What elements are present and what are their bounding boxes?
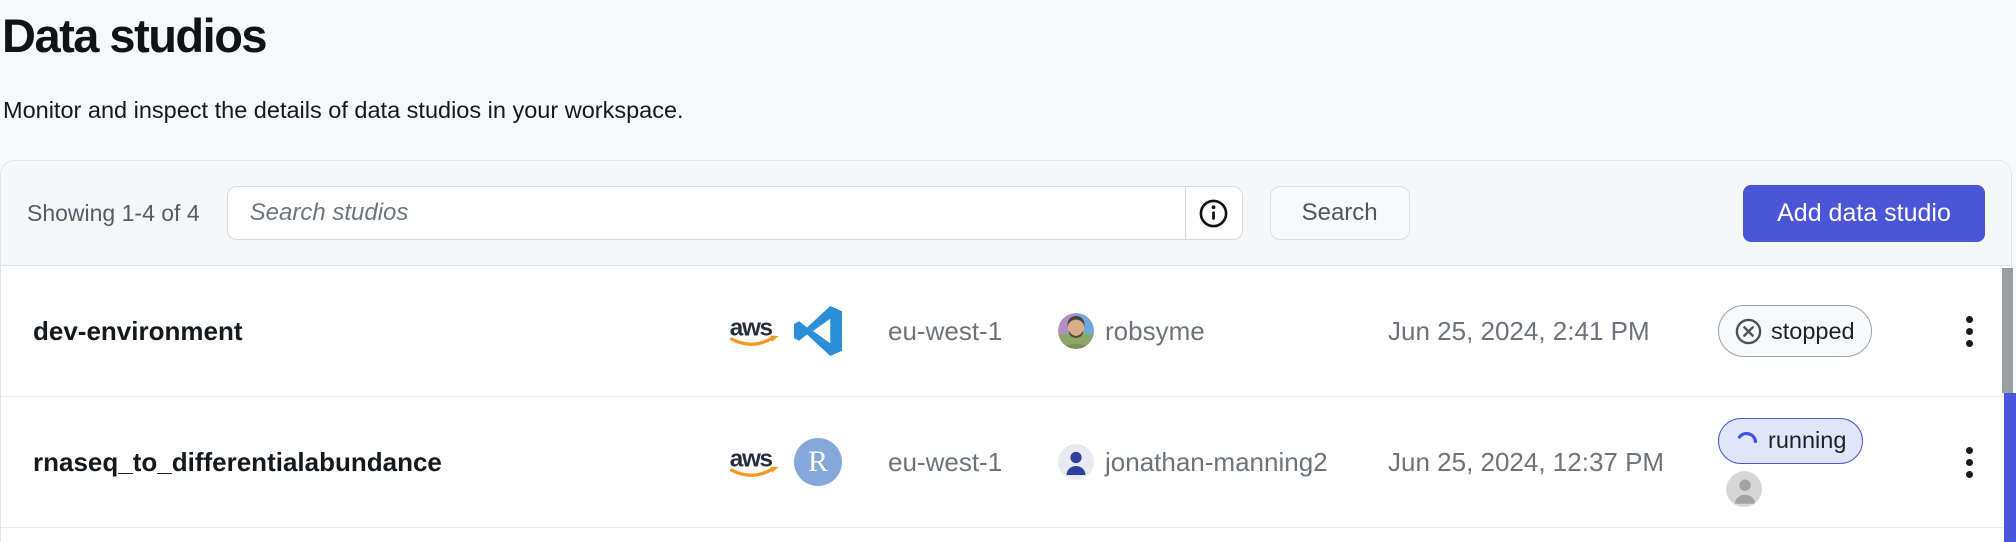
info-circle-icon <box>1198 198 1229 229</box>
aws-icon: aws <box>728 444 782 480</box>
page-subtitle: Monitor and inspect the details of data … <box>3 97 684 124</box>
search-input[interactable] <box>228 187 1185 239</box>
studio-icons-cell: aws <box>728 306 888 356</box>
status-badge: stopped <box>1718 305 1872 357</box>
row-menu-button[interactable] <box>1956 306 1983 357</box>
studios-toolbar: Showing 1-4 of 4 Search Add data studio <box>1 161 2011 266</box>
kebab-menu-icon <box>1966 316 1973 323</box>
user-cell: robsyme <box>1058 313 1388 349</box>
status-badge: running <box>1718 418 1863 464</box>
user-name: robsyme <box>1105 316 1205 347</box>
region-label: eu-west-1 <box>888 316 1058 347</box>
person-avatar <box>1058 444 1094 480</box>
stopped-circle-x-icon <box>1735 318 1762 345</box>
status-cell: running <box>1718 418 1928 507</box>
kebab-menu-icon <box>1966 447 1973 454</box>
user-name: jonathan-manning2 <box>1105 447 1328 478</box>
created-date: Jun 25, 2024, 2:41 PM <box>1388 316 1718 347</box>
search-button[interactable]: Search <box>1270 186 1410 240</box>
running-spinner-icon <box>1735 429 1759 453</box>
studio-icons-cell: aws R <box>728 438 888 486</box>
studio-name[interactable]: rnaseq_to_differentialabundance <box>33 447 728 478</box>
svg-text:aws: aws <box>730 446 773 473</box>
scrollbar-thumb[interactable] <box>2002 268 2013 393</box>
page-title: Data studios <box>2 8 266 63</box>
table-row[interactable]: rnaseq_to_differentialabundance aws R eu… <box>1 397 2011 528</box>
status-label: running <box>1768 427 1846 454</box>
search-info-button[interactable] <box>1185 187 1242 239</box>
anonymous-avatar <box>1726 471 1762 507</box>
status-label: stopped <box>1771 318 1855 345</box>
studio-name[interactable]: dev-environment <box>33 316 728 347</box>
region-label: eu-west-1 <box>888 447 1058 478</box>
studios-card: Showing 1-4 of 4 Search Add data studio … <box>0 160 2012 542</box>
row-menu-button[interactable] <box>1956 437 1983 488</box>
search-field-group <box>227 186 1243 240</box>
showing-count-label: Showing 1-4 of 4 <box>27 200 200 227</box>
aws-icon: aws <box>728 313 782 349</box>
status-cell: stopped <box>1718 305 1928 357</box>
vscode-icon <box>794 306 844 356</box>
table-row[interactable]: dev-environment aws eu-west-1 <box>1 266 2011 397</box>
scrollbar-accent[interactable] <box>2004 393 2016 542</box>
user-cell: jonathan-manning2 <box>1058 444 1388 480</box>
created-date: Jun 25, 2024, 12:37 PM <box>1388 447 1718 478</box>
rstudio-icon: R <box>794 438 842 486</box>
rstudio-letter: R <box>808 445 828 479</box>
add-data-studio-button[interactable]: Add data studio <box>1743 185 1985 242</box>
svg-text:aws: aws <box>730 315 773 342</box>
user-photo-avatar <box>1058 313 1094 349</box>
